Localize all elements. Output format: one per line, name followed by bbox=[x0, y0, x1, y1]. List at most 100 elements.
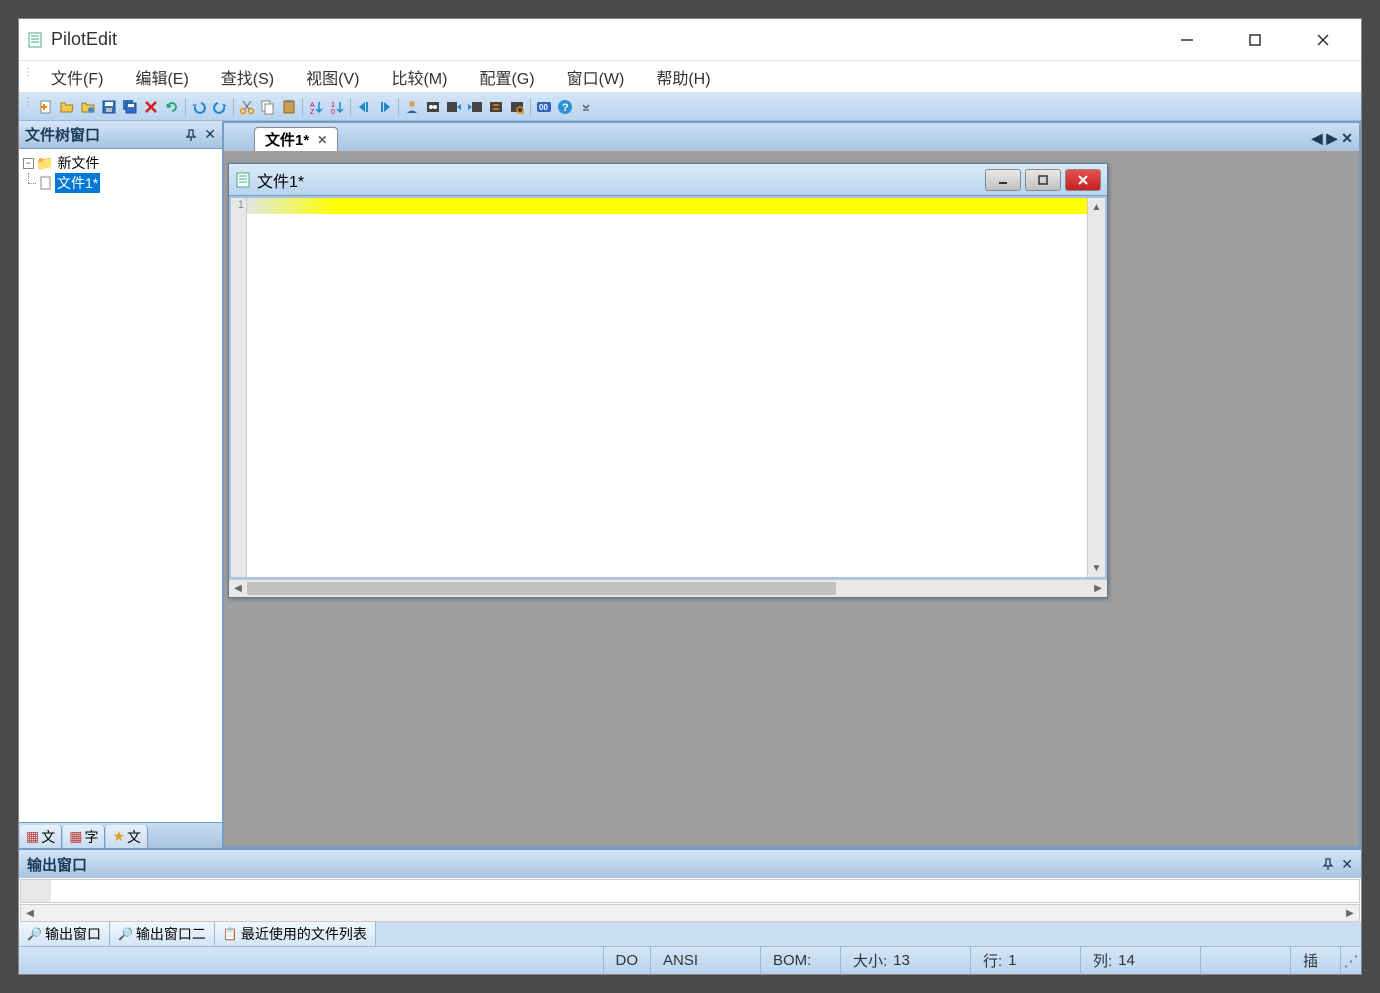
menu-search[interactable]: 查找(S) bbox=[205, 61, 290, 93]
menu-edit[interactable]: 编辑(E) bbox=[119, 61, 204, 93]
output-pin-icon[interactable] bbox=[1321, 857, 1335, 871]
output-tab-3[interactable]: 📋最近使用的文件列表 bbox=[215, 922, 376, 946]
tree-file-node[interactable]: 文件1* bbox=[23, 173, 218, 193]
tab-prev-icon[interactable]: ◀ bbox=[1312, 130, 1323, 147]
editor-content[interactable] bbox=[247, 198, 1087, 577]
line-number: 1 bbox=[231, 199, 244, 211]
delete-icon[interactable] bbox=[141, 97, 161, 117]
menu-view[interactable]: 视图(V) bbox=[290, 61, 375, 93]
save-icon[interactable] bbox=[99, 97, 119, 117]
selection-fade bbox=[247, 198, 337, 214]
h-scroll-track[interactable] bbox=[247, 580, 1089, 597]
redo-icon[interactable] bbox=[210, 97, 230, 117]
status-size: 大小:13 bbox=[841, 947, 971, 974]
child-editor: 1 ▲ ▼ bbox=[229, 196, 1107, 579]
output-tab-2[interactable]: 🔎输出窗口二 bbox=[110, 922, 215, 946]
child-minimize-button[interactable] bbox=[985, 169, 1021, 191]
end-icon[interactable] bbox=[375, 97, 395, 117]
user-icon[interactable] bbox=[402, 97, 422, 117]
child-titlebar[interactable]: 文件1* bbox=[229, 164, 1107, 196]
menu-help[interactable]: 帮助(H) bbox=[640, 61, 726, 93]
sort-num-icon[interactable]: 10 bbox=[327, 97, 347, 117]
resize-grip-icon[interactable]: ⋰ bbox=[1341, 952, 1361, 970]
scroll-track[interactable] bbox=[1088, 216, 1105, 559]
editor-workspace: 文件1* 1 bbox=[224, 151, 1359, 846]
output-body[interactable] bbox=[20, 879, 1360, 903]
sidebar-tab-2[interactable]: ▦字 bbox=[63, 825, 105, 848]
output-scroll-track[interactable] bbox=[39, 905, 1341, 921]
horizontal-scrollbar[interactable]: ◀ ▶ bbox=[229, 579, 1107, 597]
scroll-up-icon[interactable]: ▲ bbox=[1088, 198, 1105, 216]
output-header: 输出窗口 ✕ bbox=[19, 850, 1361, 878]
h-scroll-thumb[interactable] bbox=[247, 582, 836, 595]
pin-icon[interactable] bbox=[184, 128, 198, 142]
output-scroll-left-icon[interactable]: ◀ bbox=[21, 905, 39, 921]
svg-text:0: 0 bbox=[331, 109, 335, 115]
sidebar-tab-3[interactable]: ★文 bbox=[106, 825, 148, 848]
editor-tabs: 文件1* ✕ ◀ ▶ ✕ bbox=[224, 123, 1359, 151]
menu-config[interactable]: 配置(G) bbox=[463, 61, 550, 93]
tab-close-all-icon[interactable]: ✕ bbox=[1341, 130, 1353, 147]
open-folder-icon[interactable] bbox=[78, 97, 98, 117]
app-icon bbox=[27, 32, 43, 48]
app-window: PilotEdit ⋮ 文件(F) 编辑(E) 查找(S) 视图(V) 比较(M… bbox=[18, 18, 1362, 975]
undo-icon[interactable] bbox=[189, 97, 209, 117]
binoculars-icon: 🔎 bbox=[118, 927, 133, 941]
sort-icon[interactable]: AZ bbox=[306, 97, 326, 117]
scroll-right-icon[interactable]: ▶ bbox=[1089, 580, 1107, 597]
toolbar-grip[interactable]: ⋮ bbox=[23, 97, 31, 117]
help-icon[interactable]: ? bbox=[555, 97, 575, 117]
scroll-left-icon[interactable]: ◀ bbox=[229, 580, 247, 597]
toolbar: ⋮ AZ 10 00 ? bbox=[19, 93, 1361, 121]
child-title: 文件1* bbox=[257, 168, 985, 192]
current-line-highlight bbox=[247, 198, 1087, 214]
sidebar-close-icon[interactable]: ✕ bbox=[204, 126, 216, 143]
copy-icon[interactable] bbox=[258, 97, 278, 117]
new-file-icon[interactable] bbox=[36, 97, 56, 117]
scroll-down-icon[interactable]: ▼ bbox=[1088, 559, 1105, 577]
editor-tab-active[interactable]: 文件1* ✕ bbox=[254, 127, 338, 151]
maximize-button[interactable] bbox=[1233, 25, 1277, 55]
find-next-icon[interactable] bbox=[444, 97, 464, 117]
toolbar-overflow-icon[interactable] bbox=[576, 97, 596, 117]
close-button[interactable] bbox=[1301, 25, 1345, 55]
editor-area: 文件1* ✕ ◀ ▶ ✕ 文件1* bbox=[224, 121, 1361, 848]
child-maximize-button[interactable] bbox=[1025, 169, 1061, 191]
replace-icon[interactable] bbox=[486, 97, 506, 117]
vertical-scrollbar[interactable]: ▲ ▼ bbox=[1087, 198, 1105, 577]
expand-icon[interactable]: − bbox=[23, 158, 34, 169]
hex-icon[interactable]: 00 bbox=[534, 97, 554, 117]
menu-file[interactable]: 文件(F) bbox=[35, 61, 119, 93]
menu-grip[interactable]: ⋮ bbox=[23, 67, 31, 87]
output-panel: 输出窗口 ✕ ◀ ▶ 🔎输出窗口 🔎输出窗口二 📋最近使用的文件列表 bbox=[19, 848, 1361, 946]
sidebar-tab-1[interactable]: ▦文 bbox=[20, 825, 62, 848]
child-close-button[interactable] bbox=[1065, 169, 1101, 191]
output-title: 输出窗口 bbox=[27, 854, 1315, 875]
menu-window[interactable]: 窗口(W) bbox=[551, 61, 641, 93]
output-close-icon[interactable]: ✕ bbox=[1341, 856, 1353, 873]
open-file-icon[interactable] bbox=[57, 97, 77, 117]
find-icon[interactable] bbox=[423, 97, 443, 117]
child-controls bbox=[985, 169, 1101, 191]
find-files-icon[interactable] bbox=[507, 97, 527, 117]
paste-icon[interactable] bbox=[279, 97, 299, 117]
minimize-button[interactable] bbox=[1165, 25, 1209, 55]
save-all-icon[interactable] bbox=[120, 97, 140, 117]
output-tab-1[interactable]: 🔎输出窗口 bbox=[19, 922, 110, 946]
status-insert: 插 bbox=[1291, 947, 1341, 974]
cut-icon[interactable] bbox=[237, 97, 257, 117]
tab-nav: ◀ ▶ ✕ bbox=[1312, 130, 1353, 151]
tab-close-icon[interactable]: ✕ bbox=[317, 133, 327, 147]
tree-file-label: 文件1* bbox=[55, 173, 100, 193]
output-scrollbar[interactable]: ◀ ▶ bbox=[20, 904, 1360, 922]
start-icon[interactable] bbox=[354, 97, 374, 117]
titlebar: PilotEdit bbox=[19, 19, 1361, 61]
find-prev-icon[interactable] bbox=[465, 97, 485, 117]
tree-root-node[interactable]: − 📁 新文件 bbox=[23, 153, 218, 173]
menu-compare[interactable]: 比较(M) bbox=[375, 61, 463, 93]
output-scroll-right-icon[interactable]: ▶ bbox=[1341, 905, 1359, 921]
file-tree[interactable]: − 📁 新文件 文件1* bbox=[19, 149, 222, 822]
tab-next-icon[interactable]: ▶ bbox=[1326, 130, 1337, 147]
refresh-icon[interactable] bbox=[162, 97, 182, 117]
svg-text:?: ? bbox=[562, 102, 569, 114]
